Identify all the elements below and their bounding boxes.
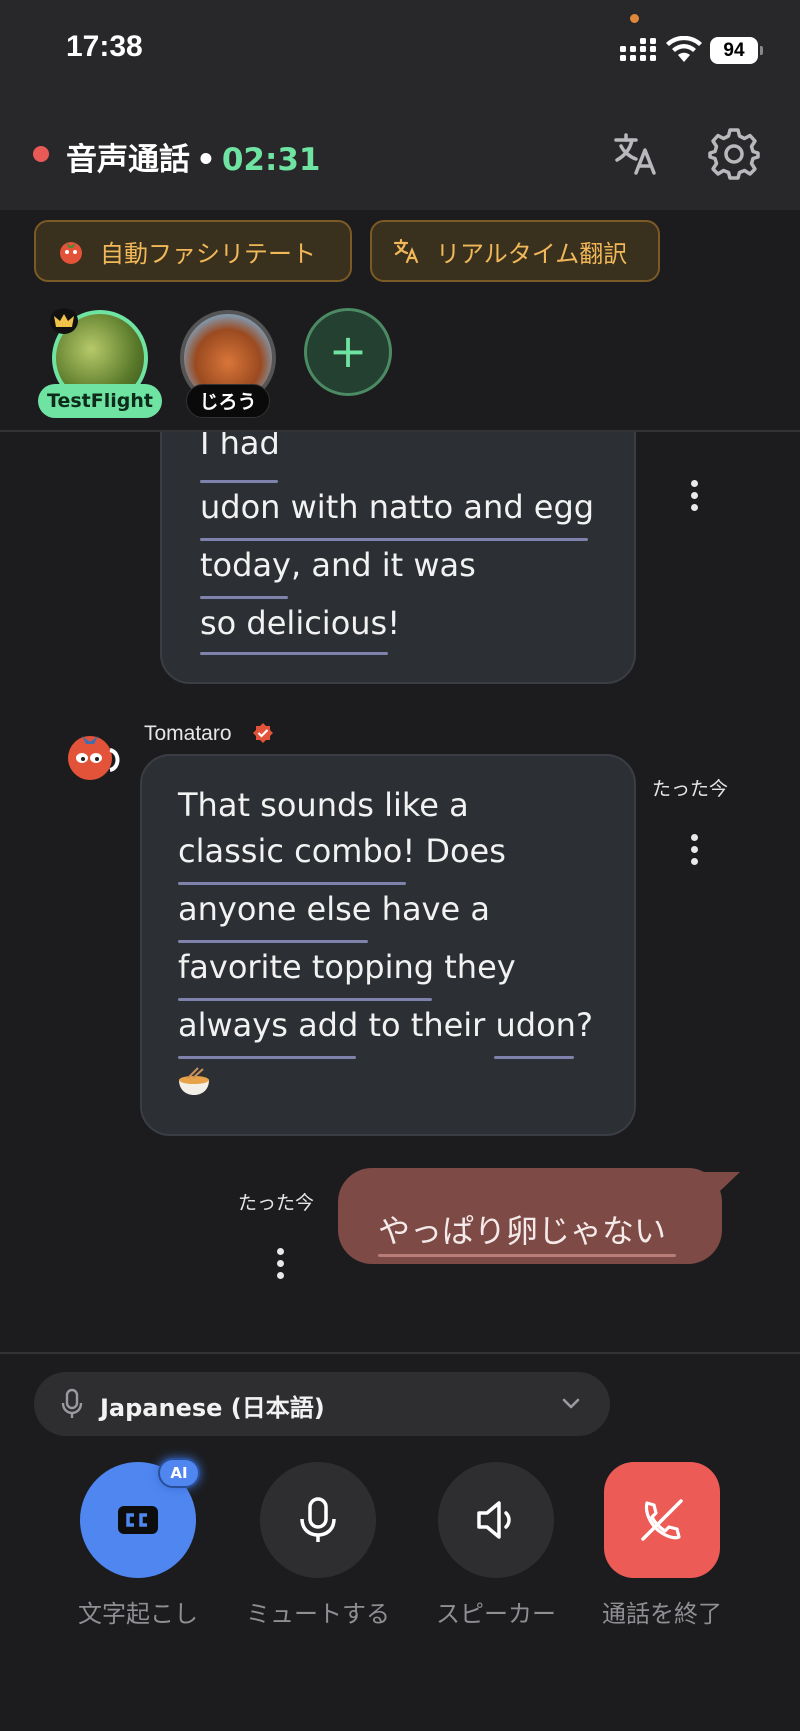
message-line: favorite topping they [178,948,516,986]
chevron-down-icon [562,1398,580,1409]
battery-tip [760,46,763,55]
message-line: always add to their udon? [178,1006,593,1044]
tomato-icon [56,236,86,266]
call-timer: 02:31 [221,142,321,178]
participant-name-tag: TestFlight [38,384,162,418]
message-line: That sounds like a [178,786,469,824]
message-line: classic combo! Does [178,832,506,870]
privacy-indicator [630,14,639,23]
end-call-label: 通話を終了 [602,1600,722,1628]
sender-name: Tomataro [144,722,232,745]
end-call-button[interactable] [604,1462,720,1578]
call-title: 音声通話 • 02:31 [66,134,321,179]
divider [0,1352,800,1354]
message-line: anyone else have a [178,890,490,928]
mute-button[interactable] [260,1462,376,1578]
participants-row: TestFlight じろう + [0,300,800,430]
call-title-label: 音声通話 [66,142,190,178]
word-underline [178,1056,356,1059]
word-underline [200,596,288,599]
call-header: 音声通話 • 02:31 [0,100,800,210]
speaker-button[interactable] [438,1462,554,1578]
auto-facilitate-button[interactable]: 自動ファシリテート [34,220,352,282]
mic-icon [300,1497,336,1542]
chat-area[interactable]: I had udon with natto and egg today, and… [0,432,800,1350]
recording-dot [33,146,49,162]
my-message-text: やっぱり卵じゃない [378,1212,667,1250]
more-options-icon[interactable] [274,1248,286,1284]
word-underline [178,998,432,1001]
speaker-icon [477,1501,511,1539]
closed-caption-icon [118,1506,158,1534]
word-underline [378,1254,676,1257]
translate-icon[interactable] [608,126,664,182]
more-options-icon[interactable] [688,834,700,870]
ai-badge: AI [158,1458,200,1488]
wifi-icon [666,36,702,62]
realtime-translate-label: リアルタイム翻訳 [436,239,628,268]
message-line: udon with natto and egg [200,488,595,526]
language-selector[interactable]: Japanese (日本語) [34,1372,610,1436]
message-timestamp: たった今 [238,1192,315,1214]
message-line: so delicious! [200,604,401,642]
cellular-signal-icon [620,38,656,61]
word-underline [200,652,388,655]
tomataro-avatar [68,736,120,780]
language-label: Japanese (日本語) [100,1394,325,1422]
end-call-icon [641,1499,683,1541]
message-line: today, and it was [200,546,476,584]
crown-icon [50,308,78,334]
message-line: I had [200,432,280,462]
auto-facilitate-label: 自動ファシリテート [100,239,316,268]
status-bar: 17:38 94 [0,0,800,100]
transcribe-label: 文字起こし [78,1600,198,1628]
status-time: 17:38 [66,30,143,63]
battery-level: 94 [710,37,758,64]
title-separator: • [196,142,216,178]
add-participant-button[interactable]: + [304,308,392,396]
gear-icon[interactable] [706,126,762,182]
word-underline [200,480,278,483]
word-underline [494,1056,574,1059]
word-underline [178,940,368,943]
word-underline [200,538,588,541]
more-options-icon[interactable] [688,480,700,516]
ramen-bowl-icon [179,1067,209,1095]
message-timestamp: たった今 [652,778,729,800]
translate-small-icon [392,236,422,266]
mic-icon [61,1388,83,1418]
word-underline [178,882,406,885]
verified-badge-icon [253,723,273,743]
mute-label: ミュートする [246,1600,390,1628]
participant-name-tag: じろう [186,384,270,418]
realtime-translate-button[interactable]: リアルタイム翻訳 [370,220,660,282]
